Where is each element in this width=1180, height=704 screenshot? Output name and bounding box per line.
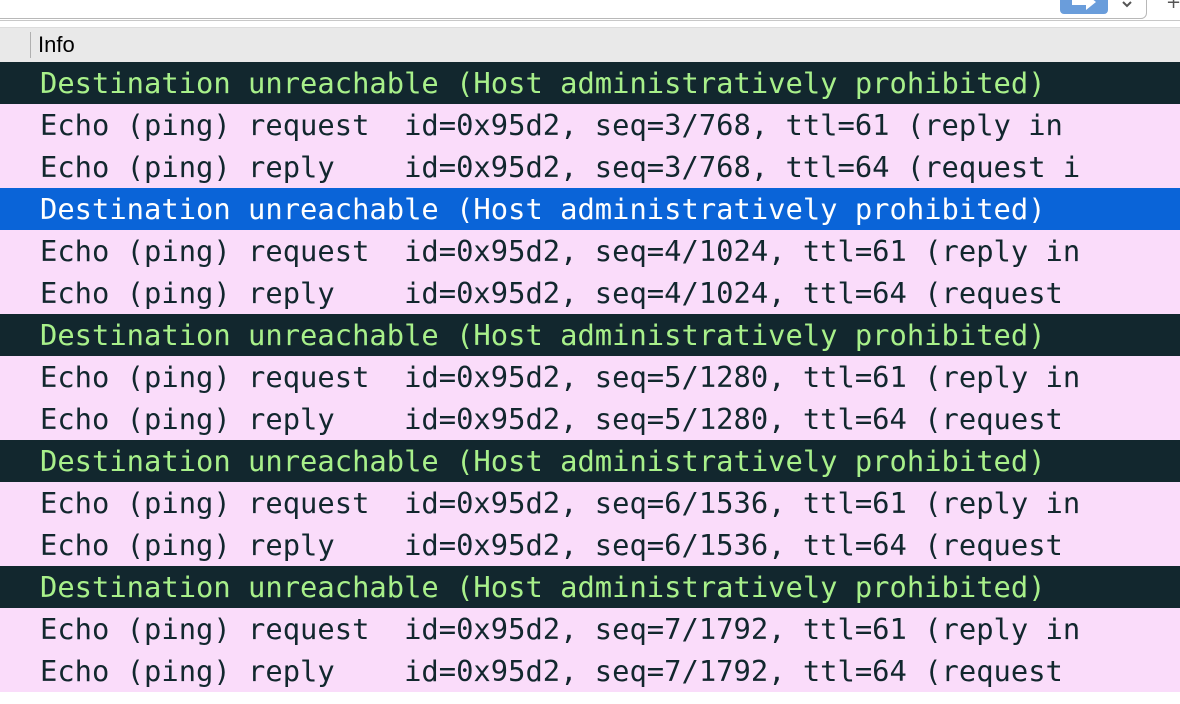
packet-list-header: Info	[0, 27, 1180, 64]
packet-info-text: Echo (ping) request id=0x95d2, seq=7/179…	[40, 612, 1081, 646]
chevron-down-icon	[1122, 1, 1132, 8]
packet-info-text: Echo (ping) request id=0x95d2, seq=5/128…	[40, 360, 1081, 394]
packet-row[interactable]: Destination unreachable (Host administra…	[0, 566, 1180, 608]
display-filter-input[interactable]	[0, 0, 1147, 19]
filter-history-dropdown[interactable]	[1116, 0, 1138, 14]
packet-info-text: Destination unreachable (Host administra…	[40, 570, 1046, 604]
packet-info-text: Echo (ping) reply id=0x95d2, seq=3/768, …	[40, 150, 1081, 184]
packet-row[interactable]: Echo (ping) reply id=0x95d2, seq=3/768, …	[0, 146, 1180, 188]
plus-icon[interactable]: +	[1166, 0, 1180, 13]
packet-info-text: Echo (ping) reply id=0x95d2, seq=6/1536,…	[40, 528, 1063, 562]
packet-row[interactable]: Destination unreachable (Host administra…	[0, 314, 1180, 356]
apply-filter-button[interactable]	[1060, 0, 1108, 14]
column-separator[interactable]	[30, 32, 31, 58]
arrow-right-icon	[1072, 0, 1096, 10]
packet-row[interactable]: Echo (ping) request id=0x95d2, seq=4/102…	[0, 230, 1180, 272]
packet-row[interactable]: Destination unreachable (Host administra…	[0, 62, 1180, 104]
packet-row[interactable]: Echo (ping) reply id=0x95d2, seq=5/1280,…	[0, 398, 1180, 440]
packet-row[interactable]: Destination unreachable (Host administra…	[0, 188, 1180, 230]
packet-info-text: Destination unreachable (Host administra…	[40, 444, 1046, 478]
packet-info-text: Destination unreachable (Host administra…	[40, 192, 1046, 226]
packet-info-text: Echo (ping) request id=0x95d2, seq=4/102…	[40, 234, 1081, 268]
packet-info-text: Destination unreachable (Host administra…	[40, 66, 1046, 100]
packet-row[interactable]: Echo (ping) reply id=0x95d2, seq=4/1024,…	[0, 272, 1180, 314]
column-header-info[interactable]: Info	[38, 32, 75, 58]
packet-row[interactable]: Echo (ping) request id=0x95d2, seq=6/153…	[0, 482, 1180, 524]
packet-info-text: Echo (ping) request id=0x95d2, seq=6/153…	[40, 486, 1081, 520]
list-bottom-area	[0, 692, 1180, 704]
display-filter-toolbar: +	[0, 0, 1180, 21]
packet-row[interactable]: Echo (ping) reply id=0x95d2, seq=6/1536,…	[0, 524, 1180, 566]
packet-info-text: Echo (ping) reply id=0x95d2, seq=4/1024,…	[40, 276, 1063, 310]
packet-row[interactable]: Echo (ping) request id=0x95d2, seq=3/768…	[0, 104, 1180, 146]
packet-info-text: Echo (ping) reply id=0x95d2, seq=7/1792,…	[40, 654, 1063, 688]
packet-info-text: Destination unreachable (Host administra…	[40, 318, 1046, 352]
packet-info-text: Echo (ping) request id=0x95d2, seq=3/768…	[40, 108, 1063, 142]
packet-list: Destination unreachable (Host administra…	[0, 62, 1180, 692]
packet-row[interactable]: Echo (ping) request id=0x95d2, seq=5/128…	[0, 356, 1180, 398]
packet-row[interactable]: Echo (ping) reply id=0x95d2, seq=7/1792,…	[0, 650, 1180, 692]
packet-row[interactable]: Echo (ping) request id=0x95d2, seq=7/179…	[0, 608, 1180, 650]
packet-info-text: Echo (ping) reply id=0x95d2, seq=5/1280,…	[40, 402, 1063, 436]
packet-row[interactable]: Destination unreachable (Host administra…	[0, 440, 1180, 482]
